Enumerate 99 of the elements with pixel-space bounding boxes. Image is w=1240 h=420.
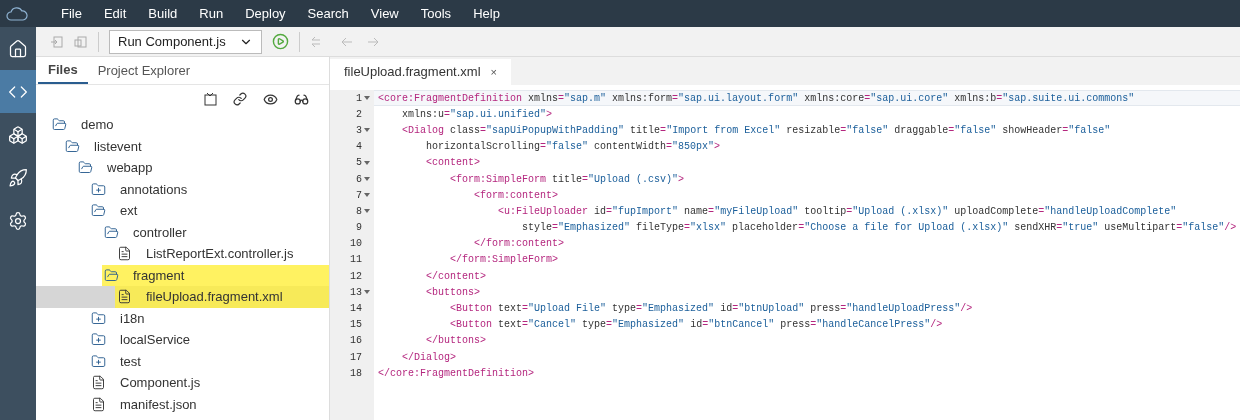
line-number: 17 xyxy=(350,350,362,365)
tree-item[interactable]: test xyxy=(36,350,329,372)
tree-item[interactable]: annotations xyxy=(36,178,329,200)
code-line: style="Emphasized" fileType="xlsx" placeholder="Choose a file for Upload (.xlsx)" sendXHR="true" useMultipart="false"/> xyxy=(521,221,1237,236)
tree-item-label: controller xyxy=(133,223,187,242)
line-number: 3 xyxy=(356,123,362,138)
line-number: 15 xyxy=(350,318,362,333)
code-line: </content> xyxy=(425,269,487,284)
menu-item[interactable]: File xyxy=(50,3,93,24)
rocket-icon xyxy=(8,167,28,188)
eye-icon[interactable] xyxy=(263,91,278,107)
cloud-logo-icon xyxy=(6,6,28,21)
line-number: 9 xyxy=(356,221,362,236)
code-line: <form:SimpleForm title="Upload (.csv)"> xyxy=(449,172,685,187)
menu-item[interactable]: Help xyxy=(462,3,511,24)
line-number: 11 xyxy=(350,253,362,268)
tree-item[interactable]: ListReportExt.controller.js xyxy=(36,243,329,265)
code-line: <u:FileUploader id="fupImport" name="myFileUpload" tooltip="Upload (.xlsx)" uploadComplete="handleUploadComplete" xyxy=(497,204,1177,219)
tree-item[interactable]: fragment xyxy=(36,264,329,286)
tree-item-label: listevent xyxy=(94,137,142,156)
fold-caret-icon[interactable] xyxy=(364,290,370,295)
line-number: 13 xyxy=(350,285,362,300)
tree-item-label: ext xyxy=(120,202,138,220)
tree-item[interactable]: Component.js xyxy=(36,372,329,394)
boxes-icon xyxy=(8,124,28,145)
tree-item-label: demo xyxy=(81,116,114,134)
code-line: </core:FragmentDefinition> xyxy=(378,366,535,381)
code-line: </form:content> xyxy=(473,237,565,252)
code-line: <Dialog class="sapUiPopupWithPadding" title="Import from Excel" resizable="false" draggable="false" showHeader="false" xyxy=(401,123,1111,138)
file-icon xyxy=(91,375,106,391)
line-number: 5 xyxy=(356,156,362,171)
fold-caret-icon[interactable] xyxy=(364,128,370,133)
tree-item-label: manifest.json xyxy=(120,395,197,414)
line-number: 4 xyxy=(356,140,362,155)
editor-tab[interactable]: fileUpload.fragment.xml × xyxy=(330,59,511,85)
code-line: <core:FragmentDefinition xmlns="sap.m" xmlns:form="sap.ui.layout.form" xmlns:core="sap.ui.core" xmlns:b="sap.suite.ui.commons" xyxy=(378,91,1135,106)
code-line: <content> xyxy=(425,156,481,171)
run-icon[interactable] xyxy=(272,33,289,50)
line-number: 14 xyxy=(350,302,362,317)
tree-item-label: i18n xyxy=(120,309,145,328)
file-icon xyxy=(91,396,106,412)
menu-item[interactable]: Run xyxy=(188,3,235,24)
line-number: 10 xyxy=(350,237,362,252)
tree-item-label: webapp xyxy=(107,159,153,177)
tree-item-label: Component.js xyxy=(120,374,201,392)
file-icon xyxy=(117,246,132,262)
tree-item-label: ListReportExt.controller.js xyxy=(146,245,294,263)
code-line: <Button text="Cancel" type="Emphasized" id="btnCancel" press="handleCancelPress"/> xyxy=(449,318,943,333)
tree-item[interactable]: fileUpload.fragment.xml xyxy=(36,286,329,308)
code-line: </Dialog> xyxy=(401,350,457,365)
tree-item-label: localService xyxy=(120,331,191,349)
tree-item[interactable]: i18n xyxy=(36,307,329,329)
line-number: 2 xyxy=(356,107,362,122)
code-line: <Button text="Upload File" type="Emphasized" id="btnUpload" press="handleUploadPress"/> xyxy=(449,302,973,317)
menu-item[interactable]: View xyxy=(359,3,410,24)
tree-item[interactable]: demo xyxy=(36,114,329,136)
menu-item[interactable]: Search xyxy=(296,3,360,24)
link-icon[interactable] xyxy=(233,92,247,106)
tree-item-label: annotations xyxy=(120,180,188,199)
tree-item-label: fileUpload.fragment.xml xyxy=(146,288,283,306)
tree-item[interactable]: localService xyxy=(36,329,329,351)
tree-item[interactable]: manifest.json xyxy=(36,393,329,415)
fold-caret-icon[interactable] xyxy=(364,209,370,214)
panel-tab[interactable]: Files xyxy=(38,57,88,84)
line-number: 7 xyxy=(356,188,362,203)
fold-caret-icon[interactable] xyxy=(364,96,370,101)
line-number: 12 xyxy=(350,269,362,284)
fold-caret-icon[interactable] xyxy=(364,193,370,198)
tree-item-label: test xyxy=(120,352,141,371)
editor-tab-label: fileUpload.fragment.xml xyxy=(344,63,481,82)
code-line: <form:content> xyxy=(473,188,559,203)
code-line: xmlns:u="sap.ui.unified"> xyxy=(401,107,553,122)
menu-item[interactable]: Tools xyxy=(409,3,463,24)
collapse-icon[interactable] xyxy=(203,92,217,106)
tree-item[interactable]: listevent xyxy=(36,135,329,157)
line-number: 18 xyxy=(350,366,362,381)
menu-item[interactable]: Deploy xyxy=(234,3,297,24)
fold-caret-icon[interactable] xyxy=(364,177,370,182)
tree-item[interactable]: ext xyxy=(36,200,329,222)
code-line: horizontalScrolling="false" contentWidth="850px"> xyxy=(425,140,721,155)
settings-icon xyxy=(8,210,28,231)
close-tab-button[interactable]: × xyxy=(490,63,497,81)
fold-caret-icon[interactable] xyxy=(364,160,370,165)
tree-item-label: fragment xyxy=(133,266,185,285)
code-line: <buttons> xyxy=(425,285,481,300)
tree-item[interactable]: webapp xyxy=(36,157,329,179)
panel-tab[interactable]: Project Explorer xyxy=(87,57,201,84)
menu-item[interactable]: Edit xyxy=(92,3,138,24)
code-line: </form:SimpleForm> xyxy=(449,253,559,268)
line-number: 1 xyxy=(356,91,362,106)
file-icon xyxy=(117,289,132,305)
line-number: 16 xyxy=(350,334,362,349)
code-line: </buttons> xyxy=(425,334,487,349)
line-number: 8 xyxy=(356,204,362,219)
line-number: 6 xyxy=(356,172,362,187)
tree-item[interactable]: controller xyxy=(36,221,329,243)
run-configuration-dropdown[interactable]: Run Component.js xyxy=(109,29,262,54)
home-icon xyxy=(8,38,28,59)
menu-item[interactable]: Build xyxy=(137,3,189,24)
